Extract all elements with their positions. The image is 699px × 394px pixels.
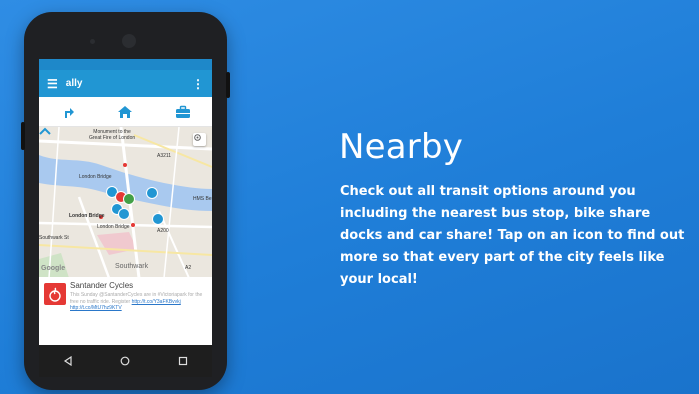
card-body: This Sunday @SantanderCycles are in #Vic… <box>70 292 208 312</box>
status-bar <box>39 59 212 70</box>
santander-flame-icon <box>49 287 61 302</box>
nav-back-button[interactable] <box>61 354 75 368</box>
app-bar: ☰ ally ⋮ <box>39 70 212 97</box>
phone-sensor <box>90 39 95 44</box>
map-label-a200: A200 <box>157 228 169 234</box>
map-label-southwark: Southwark <box>115 263 149 270</box>
feature-heading: Nearby <box>339 127 464 167</box>
overflow-menu-icon[interactable]: ⋮ <box>192 78 204 90</box>
crosshair-icon <box>194 134 201 141</box>
home-circle-icon <box>121 356 130 366</box>
back-icon <box>63 356 72 366</box>
nav-home-button[interactable] <box>118 354 132 368</box>
tab-home[interactable] <box>110 101 140 123</box>
directions-icon <box>64 107 74 118</box>
app-title: ally <box>65 78 83 89</box>
map-label-london-bridge-north: London Bridge <box>79 174 112 180</box>
map-label-southwark-st: Southwark St <box>39 235 69 241</box>
tab-work[interactable] <box>168 101 198 123</box>
nav-recents-button[interactable] <box>176 354 190 368</box>
feature-description: Check out all transit options around you… <box>340 184 685 287</box>
google-logo: Google <box>41 265 66 272</box>
map-label-london-bridge-south: London Bridge <box>97 224 130 230</box>
tab-directions[interactable] <box>53 101 83 123</box>
promo-slide: ☰ ally ⋮ Monument to the Great Fire of L… <box>0 0 699 394</box>
tab-bar <box>39 97 212 127</box>
map-view[interactable]: Monument to the Great Fire of London A32… <box>39 127 212 278</box>
volume-button <box>21 122 25 150</box>
android-nav-bar <box>39 345 212 377</box>
chevron-up-icon[interactable] <box>39 127 51 135</box>
recents-icon <box>179 356 188 366</box>
briefcase-icon <box>176 105 191 118</box>
map-label-a3211: A3211 <box>157 153 172 159</box>
card-link-1[interactable]: http://t.co/Y3aFKBvvkj <box>132 299 181 305</box>
phone-screen: ☰ ally ⋮ Monument to the Great Fire of L… <box>39 59 212 377</box>
home-icon <box>118 105 133 118</box>
map-canvas <box>39 127 212 278</box>
info-card[interactable]: Santander Cycles This Sunday @SantanderC… <box>39 277 212 345</box>
card-title: Santander Cycles <box>70 281 134 290</box>
map-label-monument: Monument to the Great Fire of London <box>89 129 136 141</box>
my-location-button[interactable] <box>193 133 206 146</box>
map-label-london-bridge-west: London Bridge <box>69 213 105 219</box>
hamburger-menu-icon[interactable]: ☰ <box>47 78 58 90</box>
map-label-hms: HMS Be <box>193 196 212 202</box>
map-label-a2: A2 <box>185 265 192 271</box>
card-link-2[interactable]: http://t.co/MtU7hz9KTV <box>70 305 122 311</box>
phone-camera <box>122 34 136 48</box>
power-button <box>226 72 230 98</box>
phone-mockup: ☰ ally ⋮ Monument to the Great Fire of L… <box>21 12 230 390</box>
santander-logo <box>44 283 66 305</box>
